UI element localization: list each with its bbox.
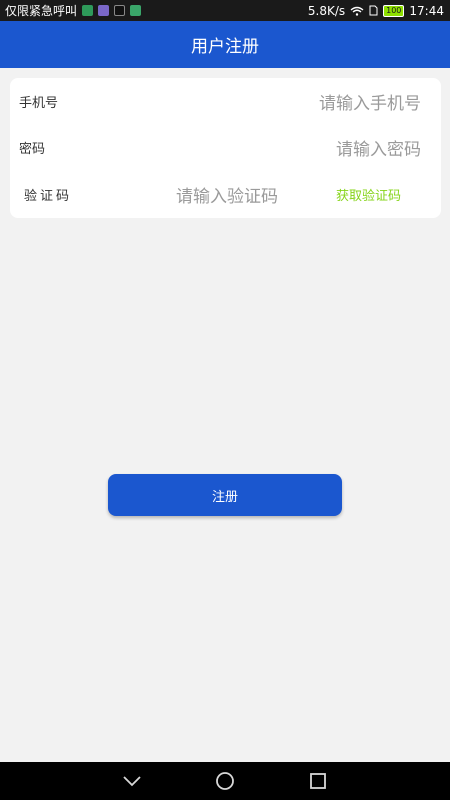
net-speed: 5.8K/s <box>307 3 346 18</box>
code-input[interactable]: 请输入验证码 <box>176 182 278 207</box>
status-time: 17:44 <box>409 3 444 18</box>
sms-icon <box>82 5 94 16</box>
sim-icon <box>369 5 378 16</box>
app-icon <box>98 5 110 16</box>
tc-icon <box>114 5 126 16</box>
get-code-button[interactable]: 获取验证码 <box>336 185 401 204</box>
chevron-down-icon <box>123 776 141 787</box>
status-bar: 仅限紧急呼叫 5.8K/s 100 17:44 <box>0 0 450 21</box>
phone-row: 手机号 请输入手机号 <box>10 78 441 124</box>
phone-label: 手机号 <box>19 95 59 111</box>
code-row: 验证码 请输入验证码 获取验证码 <box>10 171 441 217</box>
status-left: 仅限紧急呼叫 <box>5 2 142 19</box>
password-label: 密码 <box>19 141 46 157</box>
message-icon <box>130 5 142 16</box>
password-input[interactable]: 请输入密码 <box>336 135 421 160</box>
back-button[interactable] <box>122 771 142 791</box>
register-button[interactable]: 注册 <box>108 474 342 516</box>
battery-icon: 100 <box>383 4 405 17</box>
home-button[interactable] <box>215 771 235 791</box>
register-button-label: 注册 <box>211 489 238 505</box>
phone-input[interactable]: 请输入手机号 <box>319 89 421 114</box>
password-row: 密码 请输入密码 <box>10 124 441 170</box>
register-form: 手机号 请输入手机号 密码 请输入密码 验证码 请输入验证码 获取验证码 <box>10 78 441 218</box>
wifi-icon <box>350 6 364 16</box>
page-title: 用户注册 <box>191 37 259 57</box>
code-label: 验证码 <box>24 188 73 204</box>
nav-bar <box>0 762 450 800</box>
recents-button[interactable] <box>308 771 328 791</box>
square-icon <box>310 773 326 789</box>
status-right: 5.8K/s 100 17:44 <box>308 4 444 18</box>
app-bar: 用户注册 <box>0 21 450 68</box>
circle-icon <box>216 772 234 790</box>
carrier-text: 仅限紧急呼叫 <box>5 4 78 18</box>
